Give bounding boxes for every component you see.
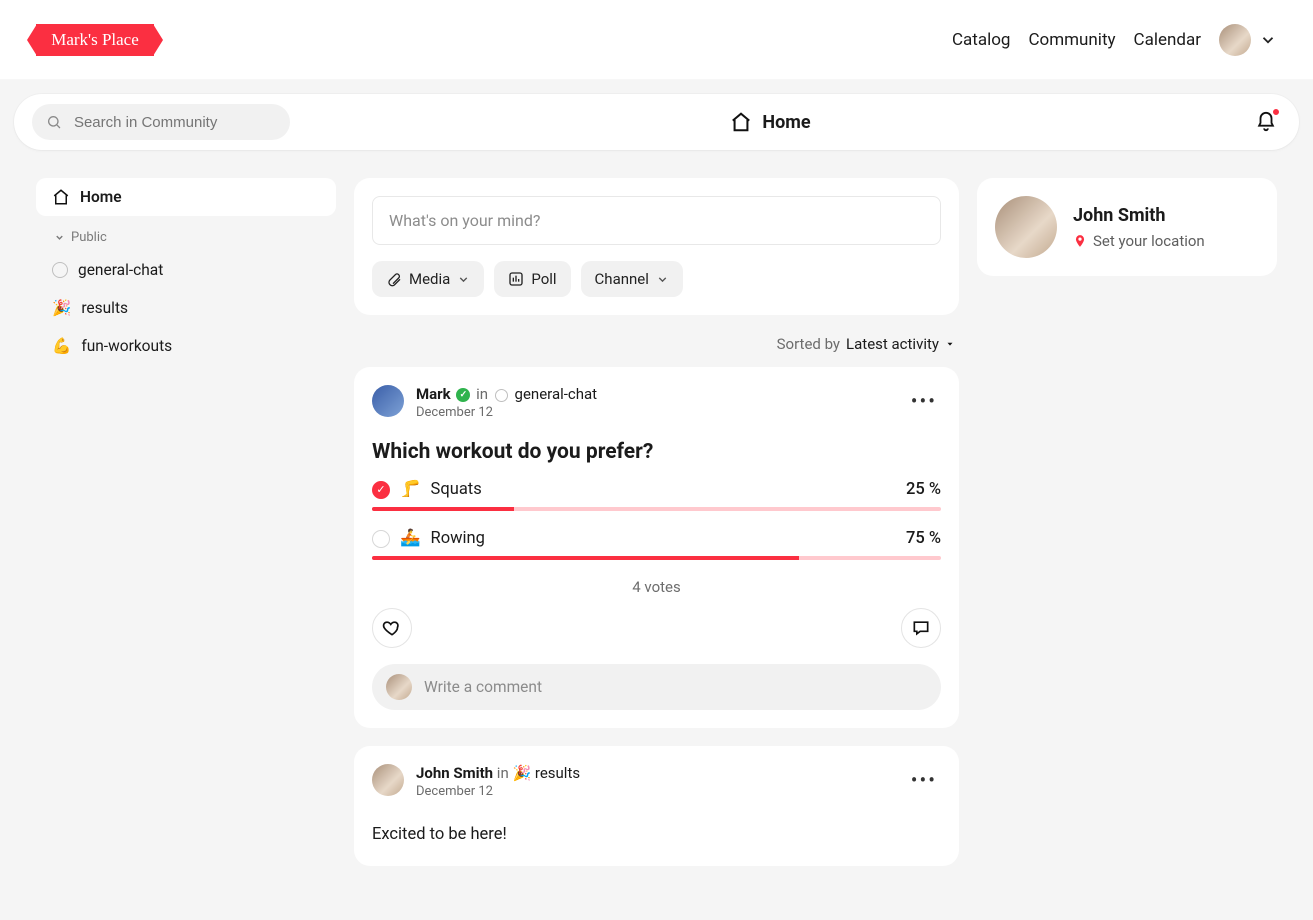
chevron-down-icon (54, 232, 65, 243)
home-icon (730, 111, 752, 133)
brand-name: Mark's Place (51, 31, 139, 48)
muscle-icon: 💪 (52, 337, 71, 355)
sidebar-item-home[interactable]: Home (36, 178, 336, 216)
top-nav: Mark's Place Catalog Community Calendar (0, 0, 1313, 80)
verified-icon: ✓ (456, 388, 470, 402)
feed: What's on your mind? Media Poll Channel (354, 178, 959, 884)
sidebar-item-general-chat[interactable]: general-chat (36, 251, 336, 289)
caret-down-icon (945, 339, 955, 349)
nav-link-calendar[interactable]: Calendar (1134, 30, 1201, 50)
notification-dot (1271, 107, 1281, 117)
nav-link-community[interactable]: Community (1028, 30, 1115, 50)
avatar[interactable] (995, 196, 1057, 258)
nav-right: Catalog Community Calendar (952, 24, 1277, 56)
avatar (1219, 24, 1251, 56)
profile-card: John Smith Set your location (977, 178, 1277, 276)
brand-logo[interactable]: Mark's Place (36, 24, 154, 56)
attachment-icon (386, 271, 402, 287)
post: John Smith in 🎉 results December 12 ••• … (354, 746, 959, 866)
post-meta: Mark ✓ in general-chat (416, 385, 597, 403)
radio-icon (372, 530, 390, 548)
profile-name: John Smith (1073, 205, 1205, 226)
option-label: Squats (431, 480, 482, 499)
search-icon (46, 113, 62, 131)
poll-progress (372, 507, 941, 511)
option-emoji: 🦵 (400, 480, 421, 499)
comment-input[interactable]: Write a comment (372, 664, 941, 710)
composer-channel-button[interactable]: Channel (581, 261, 683, 297)
sidebar-group-public[interactable]: Public (36, 216, 336, 251)
right-column: John Smith Set your location (977, 178, 1277, 276)
comment-icon (911, 618, 931, 638)
post-menu-button[interactable]: ••• (907, 385, 941, 417)
home-icon (52, 188, 70, 206)
option-emoji: 🚣 (400, 529, 421, 548)
pin-icon (1073, 234, 1087, 248)
post-menu-button[interactable]: ••• (907, 764, 941, 796)
post-channel[interactable]: general-chat (515, 385, 598, 403)
composer-input[interactable]: What's on your mind? (372, 196, 941, 245)
sidebar-item-label: general-chat (78, 261, 163, 279)
composer: What's on your mind? Media Poll Channel (354, 178, 959, 315)
sort-control[interactable]: Sorted by Latest activity (354, 315, 959, 367)
post-channel[interactable]: results (535, 764, 580, 782)
poll-option[interactable]: ✓ 🦵 Squats 25 % (372, 480, 941, 511)
composer-media-button[interactable]: Media (372, 261, 484, 297)
community-subnav: Home (14, 94, 1299, 150)
sidebar-item-label: results (81, 299, 128, 317)
chat-icon (52, 262, 68, 278)
radio-checked-icon: ✓ (372, 481, 390, 499)
poll-progress (372, 556, 941, 560)
post-meta: John Smith in 🎉 results (416, 764, 580, 782)
results-icon: 🎉 (52, 299, 71, 317)
poll-option[interactable]: 🚣 Rowing 75 % (372, 529, 941, 560)
sidebar-item-label: fun-workouts (81, 337, 172, 355)
post: Mark ✓ in general-chat December 12 ••• W… (354, 367, 959, 728)
chevron-down-icon (457, 273, 470, 286)
post-date: December 12 (416, 784, 580, 799)
sidebar-item-label: Home (80, 188, 122, 206)
sidebar: Home Public general-chat 🎉 results 💪 fun… (36, 178, 336, 365)
poll-icon (508, 271, 524, 287)
page-title: Home (304, 111, 1237, 133)
post-date: December 12 (416, 405, 597, 420)
post-body: Excited to be here! (372, 825, 941, 844)
chevron-down-icon (1259, 31, 1277, 49)
search-input[interactable] (72, 113, 276, 132)
avatar[interactable] (372, 385, 404, 417)
results-icon: 🎉 (512, 764, 531, 782)
chevron-down-icon (656, 273, 669, 286)
avatar[interactable] (372, 764, 404, 796)
notifications-button[interactable] (1251, 107, 1281, 137)
like-button[interactable] (372, 608, 412, 648)
poll-vote-count: 4 votes (372, 578, 941, 596)
set-location-button[interactable]: Set your location (1073, 232, 1205, 250)
user-menu[interactable] (1219, 24, 1277, 56)
nav-link-catalog[interactable]: Catalog (952, 30, 1011, 50)
sidebar-item-fun-workouts[interactable]: 💪 fun-workouts (36, 327, 336, 365)
option-pct: 25 % (906, 480, 941, 499)
avatar (386, 674, 412, 700)
heart-icon (382, 618, 402, 638)
option-pct: 75 % (906, 529, 941, 548)
search-input-wrap[interactable] (32, 104, 290, 140)
comment-button[interactable] (901, 608, 941, 648)
poll-question: Which workout do you prefer? (372, 440, 941, 464)
composer-poll-button[interactable]: Poll (494, 261, 570, 297)
chat-icon (495, 389, 508, 402)
option-label: Rowing (431, 529, 485, 548)
sidebar-item-results[interactable]: 🎉 results (36, 289, 336, 327)
